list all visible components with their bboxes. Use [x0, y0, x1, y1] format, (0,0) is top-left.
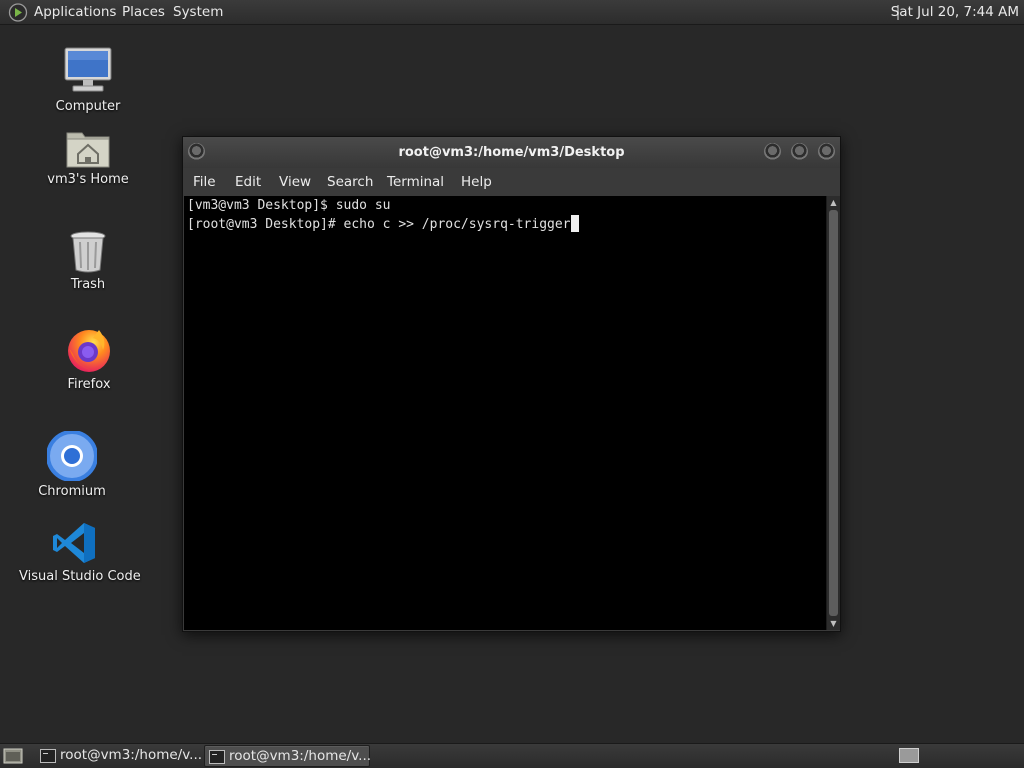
desktop-icon-label: Visual Studio Code [19, 569, 141, 584]
show-desktop-icon[interactable] [3, 748, 23, 764]
menu-view[interactable]: View [279, 174, 311, 190]
terminal-cursor [570, 215, 579, 232]
menu-help[interactable]: Help [461, 174, 492, 190]
menu-search[interactable]: Search [327, 174, 373, 190]
panel-clock[interactable]: Sat Jul 20, 7:44 AM [891, 4, 1019, 20]
workspace-switcher[interactable] [899, 748, 919, 763]
desktop-icon-trash[interactable]: Trash [33, 230, 143, 292]
chromium-icon [47, 431, 97, 481]
menu-edit[interactable]: Edit [235, 174, 261, 190]
scroll-up-arrow-icon[interactable]: ▲ [827, 196, 840, 209]
menu-applications[interactable]: Applications [34, 4, 116, 20]
vscode-icon [53, 523, 95, 563]
desktop-icon-firefox[interactable]: Firefox [34, 326, 144, 392]
desktop-icon-vscode[interactable]: Visual Studio Code [19, 520, 141, 584]
scrollbar-thumb[interactable] [829, 210, 838, 616]
minimize-button[interactable] [764, 143, 781, 160]
desktop-icon-label: Trash [70, 277, 106, 292]
menu-places[interactable]: Places [122, 4, 165, 20]
terminal-icon [209, 750, 225, 764]
window-titlebar[interactable]: root@vm3:/home/vm3/Desktop [183, 137, 840, 168]
desktop-icon-home[interactable]: vm3's Home [33, 129, 143, 187]
menu-system[interactable]: System [173, 4, 223, 20]
firefox-icon [68, 330, 110, 372]
bottom-panel: root@vm3:/home/v... root@vm3:/home/v... [0, 743, 1024, 768]
terminal-icon [40, 749, 56, 763]
terminal-window[interactable]: root@vm3:/home/vm3/Desktop File Edit Vie… [182, 136, 841, 632]
trash-icon [70, 231, 106, 273]
desktop-icon-label: vm3's Home [47, 172, 129, 187]
desktop-icon-label: Chromium [38, 484, 106, 499]
scroll-down-arrow-icon[interactable]: ▼ [827, 617, 840, 630]
menu-file[interactable]: File [193, 174, 216, 190]
maximize-button[interactable] [791, 143, 808, 160]
top-panel: Applications Places System Sat Jul 20, 7… [0, 0, 1024, 25]
main-menu-logo-icon[interactable] [8, 3, 28, 22]
menu-terminal[interactable]: Terminal [387, 174, 444, 190]
terminal-menubar: File Edit View Search Terminal Help [183, 168, 840, 196]
window-title: root@vm3:/home/vm3/Desktop [398, 145, 625, 160]
close-button[interactable] [818, 143, 835, 160]
taskbar-item-terminal-1[interactable]: root@vm3:/home/v... [36, 745, 203, 767]
desktop-icon-chromium[interactable]: Chromium [17, 431, 127, 499]
desktop-icon-label: Computer [55, 99, 121, 114]
taskbar-item-label: root@vm3:/home/v... [60, 747, 203, 763]
computer-icon [64, 47, 112, 92]
taskbar-item-terminal-2[interactable]: root@vm3:/home/v... [204, 745, 372, 767]
home-folder-icon [66, 132, 110, 168]
taskbar-item-label: root@vm3:/home/v... [229, 748, 372, 764]
terminal-scrollbar[interactable]: ▲ ▼ [826, 196, 840, 630]
desktop-icon-label: Firefox [67, 377, 111, 392]
terminal-output[interactable]: [vm3@vm3 Desktop]$ sudo su [root@vm3 Des… [184, 196, 826, 630]
terminal-line: [vm3@vm3 Desktop]$ sudo su [187, 198, 391, 213]
desktop-icon-computer[interactable]: Computer [33, 46, 143, 114]
terminal-line: [root@vm3 Desktop]# echo c >> /proc/sysr… [187, 215, 579, 234]
